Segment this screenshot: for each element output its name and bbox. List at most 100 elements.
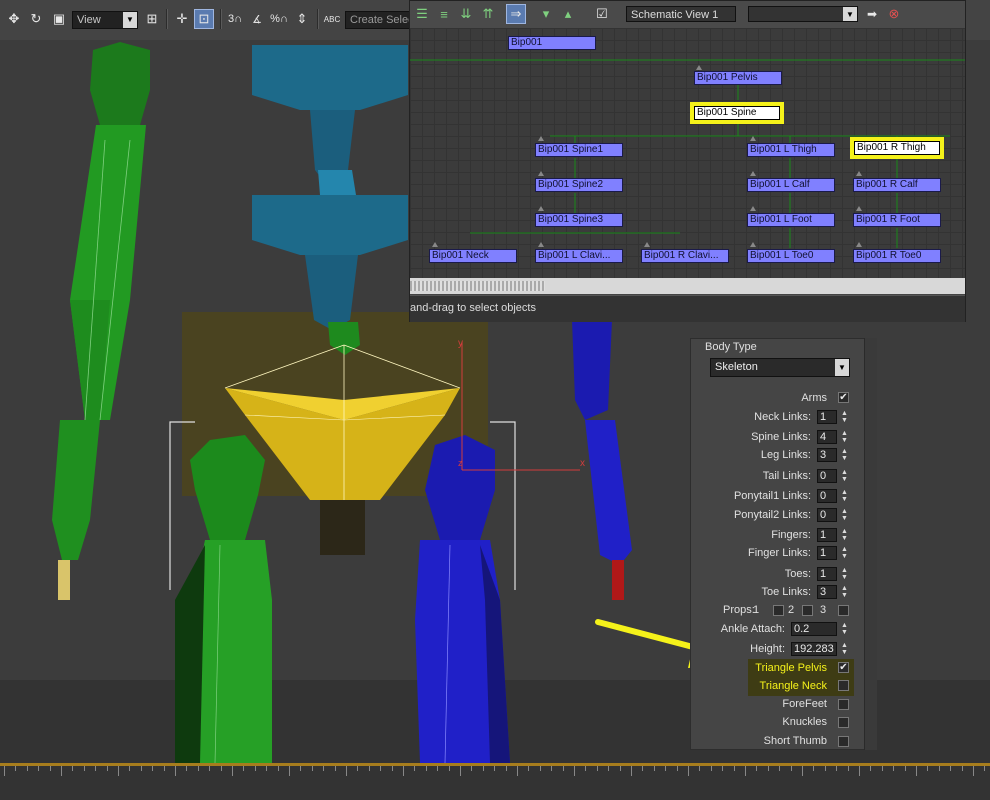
hierarchy-mode-icon[interactable]: ⇒	[506, 4, 526, 24]
schematic-node-l-clavicle[interactable]: Bip001 L Clavi...	[535, 249, 623, 263]
schematic-node-pelvis[interactable]: Bip001 Pelvis	[694, 71, 782, 85]
spinner-arrows-icon[interactable]: ▲ ▼	[840, 567, 849, 581]
fingers-input[interactable]: 1	[817, 528, 837, 542]
body-type-dropdown[interactable]: Skeleton ▼	[710, 358, 850, 377]
spinner-arrows-icon[interactable]: ▲ ▼	[840, 642, 849, 656]
reference-coordinate-dropdown[interactable]: View ▼	[72, 11, 138, 29]
schematic-horizontal-scrollbar[interactable]	[410, 278, 965, 294]
arms-checkbox[interactable]: ✔	[838, 392, 849, 403]
expand-triangle-icon[interactable]	[538, 136, 544, 141]
expand-triangle-icon[interactable]	[696, 65, 702, 70]
spinner-arrows-icon[interactable]: ▲ ▼	[840, 410, 849, 424]
expand-triangle-icon[interactable]	[538, 171, 544, 176]
schematic-node-spine1[interactable]: Bip001 Spine1	[535, 143, 623, 157]
schematic-node-bip001[interactable]: Bip001	[508, 36, 596, 50]
schematic-node-l-toe0[interactable]: Bip001 L Toe0	[747, 249, 835, 263]
select-manipulate-icon[interactable]: ✛	[172, 9, 192, 29]
spinner-arrows-icon[interactable]: ▲ ▼	[840, 528, 849, 542]
height-input[interactable]: 192.283	[791, 642, 837, 656]
left-arm-bone[interactable]	[52, 42, 150, 600]
schematic-node-spine2[interactable]: Bip001 Spine2	[535, 178, 623, 192]
percent-snap-icon[interactable]: % ∩	[269, 9, 289, 29]
select-and-scale-icon[interactable]: ▣	[49, 9, 69, 29]
spinner-arrows-icon[interactable]: ▲ ▼	[840, 585, 849, 599]
schematic-node-l-thigh[interactable]: Bip001 L Thigh	[747, 143, 835, 157]
snaps-toggle-icon[interactable]: 3 ∩	[225, 9, 245, 29]
spinner-arrows-icon[interactable]: ▲ ▼	[840, 546, 849, 560]
props-1-checkbox[interactable]	[773, 605, 784, 616]
expand-triangle-icon[interactable]	[644, 242, 650, 247]
expand-triangle-icon[interactable]	[856, 206, 862, 211]
schematic-node-spine[interactable]: Bip001 Spine	[690, 102, 784, 124]
expand-triangle-icon[interactable]	[538, 242, 544, 247]
time-ruler[interactable]	[0, 766, 990, 800]
tail-links-input[interactable]: 0	[817, 469, 837, 483]
triangle-pelvis-checkbox[interactable]: ✔	[838, 662, 849, 673]
schematic-node-spine3[interactable]: Bip001 Spine3	[535, 213, 623, 227]
schematic-node-l-calf[interactable]: Bip001 L Calf	[747, 178, 835, 192]
list-align-icon[interactable]: ≡	[434, 4, 454, 24]
schematic-view-name-field[interactable]: Schematic View 1	[626, 6, 736, 22]
go-icon[interactable]: ➡	[862, 4, 882, 24]
spine-bone[interactable]	[252, 45, 408, 355]
ponytail1-links-input[interactable]: 0	[817, 489, 837, 503]
finger-links-input[interactable]: 1	[817, 546, 837, 560]
leg-links-input[interactable]: 3	[817, 448, 837, 462]
expand-triangle-icon[interactable]	[856, 242, 862, 247]
forefeet-checkbox[interactable]	[838, 699, 849, 710]
spinner-arrows-icon[interactable]: ▲ ▼	[840, 448, 849, 462]
schematic-node-neck[interactable]: Bip001 Neck	[429, 249, 517, 263]
props-2-checkbox[interactable]	[802, 605, 813, 616]
neck-links-input[interactable]: 1	[817, 410, 837, 424]
schematic-node-r-calf[interactable]: Bip001 R Calf	[853, 178, 941, 192]
expand-triangle-icon[interactable]	[750, 242, 756, 247]
angle-snap-icon[interactable]: ∡	[247, 9, 267, 29]
select-and-rotate-icon[interactable]: ↻	[26, 9, 46, 29]
expand-triangle-icon[interactable]	[750, 171, 756, 176]
expand-icon[interactable]: ▴	[558, 4, 578, 24]
spinner-snap-icon[interactable]: ⇕	[292, 9, 312, 29]
named-selection-sets-dropdown[interactable]: Create Selection Se	[345, 11, 415, 29]
keyboard-shortcut-override-icon[interactable]: ⊡	[194, 9, 214, 29]
schematic-node-r-thigh[interactable]: Bip001 R Thigh	[850, 137, 944, 159]
schematic-node-r-foot[interactable]: Bip001 R Foot	[853, 213, 941, 227]
schematic-search-dropdown[interactable]: ▼	[748, 6, 858, 22]
schematic-node-r-toe0[interactable]: Bip001 R Toe0	[853, 249, 941, 263]
edit-named-selection-icon[interactable]: ABC	[322, 9, 342, 29]
ponytail2-links-input[interactable]: 0	[817, 508, 837, 522]
toe-links-input[interactable]: 3	[817, 585, 837, 599]
spinner-arrows-icon[interactable]: ▲ ▼	[840, 622, 849, 636]
expand-triangle-icon[interactable]	[538, 206, 544, 211]
expand-triangle-icon[interactable]	[750, 136, 756, 141]
spinner-arrows-icon[interactable]: ▲ ▼	[840, 469, 849, 483]
expand-triangle-icon[interactable]	[432, 242, 438, 247]
knuckles-checkbox[interactable]	[838, 717, 849, 728]
ankle-attach-input[interactable]: 0.2	[791, 622, 837, 636]
expand-triangle-icon[interactable]	[856, 171, 862, 176]
schematic-node-r-clavicle[interactable]: Bip001 R Clavi...	[641, 249, 729, 263]
preferences-icon[interactable]: ☑	[592, 4, 612, 24]
close-icon[interactable]: ⊗	[884, 4, 904, 24]
schematic-view-window[interactable]: ☰ ≡ ⇊ ⇈ ⇒ ▾ ▴ ☑ Schematic View 1 ▼ ➡ ⊗ B…	[409, 0, 966, 322]
sort-down-icon[interactable]: ⇊	[456, 4, 476, 24]
toes-input[interactable]: 1	[817, 567, 837, 581]
spinner-arrows-icon[interactable]: ▲ ▼	[840, 430, 849, 444]
select-children-icon[interactable]: ☰	[412, 4, 432, 24]
schematic-node-l-foot[interactable]: Bip001 L Foot	[747, 213, 835, 227]
sort-up-icon[interactable]: ⇈	[478, 4, 498, 24]
props-3-checkbox[interactable]	[838, 605, 849, 616]
command-panel-scroll-strip[interactable]	[864, 338, 877, 750]
spine-links-input[interactable]: 4	[817, 430, 837, 444]
collapse-icon[interactable]: ▾	[536, 4, 556, 24]
spinner-arrows-icon[interactable]: ▲ ▼	[840, 508, 849, 522]
spinner-arrows-icon[interactable]: ▲ ▼	[840, 489, 849, 503]
triangle-neck-checkbox[interactable]	[838, 680, 849, 691]
node-label: Bip001	[511, 37, 543, 48]
short-thumb-checkbox[interactable]	[838, 736, 849, 747]
use-pivot-center-icon[interactable]: ⊞	[142, 9, 162, 29]
right-thigh-bone[interactable]	[415, 435, 510, 763]
schematic-canvas[interactable]: Bip001 Bip001 Pelvis Bip001 Spine Bip001…	[410, 28, 965, 278]
select-and-move-icon[interactable]: ✥	[4, 9, 24, 29]
scrollbar-thumb[interactable]	[410, 281, 545, 291]
expand-triangle-icon[interactable]	[750, 206, 756, 211]
